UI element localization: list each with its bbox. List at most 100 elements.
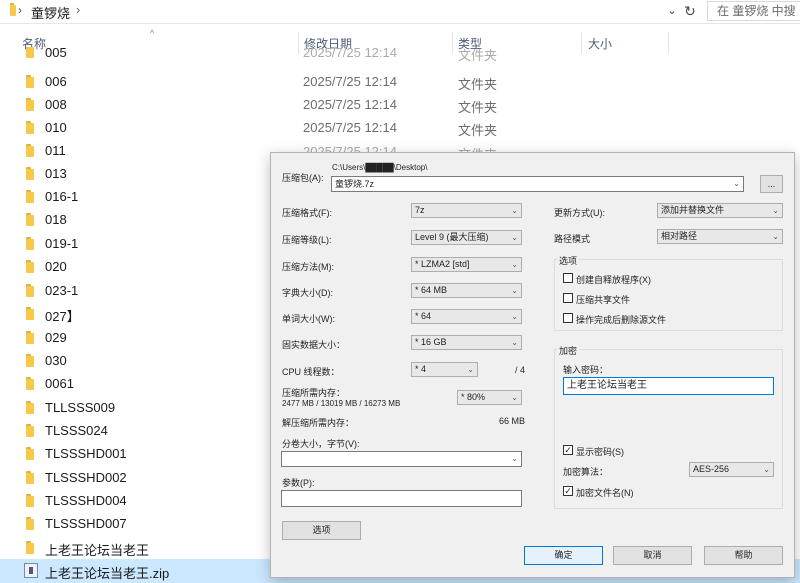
password-label: 输入密码： — [563, 365, 609, 375]
archive-name-value: 童锣烧.7z — [335, 179, 375, 189]
chevron-down-icon: ⌄ — [511, 206, 518, 215]
level-value: Level 9 (最大压缩) — [415, 232, 489, 242]
list-item[interactable]: TLSSS024 — [0, 419, 270, 442]
list-item[interactable]: 006 2025/7/25 12:14 文件夹 — [0, 70, 800, 93]
file-name: 011 — [45, 143, 66, 158]
chevron-down-icon: ⌄ — [511, 338, 518, 347]
dict-select[interactable]: * 64 MB ⌄ — [411, 283, 522, 298]
delete-source-label[interactable]: 操作完成后删除源文件 — [576, 313, 666, 326]
options-button[interactable]: 选项 — [282, 521, 361, 540]
memory-percent-select[interactable]: * 80% ⌄ — [457, 390, 522, 405]
file-type: 文件夹 — [458, 48, 498, 63]
method-select[interactable]: * LZMA2 [std] ⌄ — [411, 257, 522, 272]
list-item[interactable]: TLSSSHD002 — [0, 466, 270, 489]
encrypt-names-checkbox[interactable]: ✓ — [563, 486, 573, 496]
word-label: 单词大小(W): — [282, 314, 335, 324]
zip-file-icon — [24, 563, 38, 578]
search-input[interactable]: 在 童锣烧 中搜 — [707, 1, 800, 21]
path-mode-select[interactable]: 相对路径 ⌄ — [657, 229, 783, 244]
list-item[interactable]: TLSSSHD004 — [0, 489, 270, 512]
solid-label: 固实数据大小： — [282, 340, 346, 350]
folder-icon — [26, 331, 38, 344]
memory-label: 压缩所需内存： — [282, 388, 346, 398]
chevron-down-icon: ⌄ — [511, 286, 518, 295]
sfx-checkbox[interactable] — [563, 273, 573, 283]
list-item[interactable]: 013 — [0, 162, 270, 185]
file-name: 0061 — [45, 376, 74, 391]
method-value: * LZMA2 [std] — [415, 259, 470, 269]
address-bar[interactable]: › 童锣烧 › ⌄ ↻ 在 童锣烧 中搜 — [0, 0, 800, 24]
word-select[interactable]: * 64 ⌄ — [411, 309, 522, 324]
encryption-group-title: 加密 — [557, 344, 580, 357]
folder-icon — [26, 75, 38, 88]
format-select[interactable]: 7z ⌄ — [411, 203, 522, 218]
solid-select[interactable]: * 16 GB ⌄ — [411, 335, 522, 350]
encryption-method-select[interactable]: AES-256 ⌄ — [689, 462, 774, 477]
list-item[interactable]: 030 — [0, 349, 270, 372]
level-label: 压缩等级(L): — [282, 235, 332, 245]
file-name: 上老王论坛当老王.zip — [45, 566, 170, 581]
folder-icon — [26, 424, 38, 437]
folder-icon — [26, 237, 38, 250]
file-name: 020 — [45, 259, 67, 274]
encrypt-names-label[interactable]: 加密文件名(N) — [576, 486, 634, 499]
list-item[interactable]: 020 — [0, 255, 270, 278]
list-item[interactable]: 019-1 — [0, 232, 270, 255]
split-combo[interactable]: ⌄ — [281, 451, 522, 467]
breadcrumb[interactable]: 童锣烧 — [31, 3, 70, 22]
update-mode-select[interactable]: 添加并替换文件 ⌄ — [657, 203, 783, 218]
shared-checkbox[interactable] — [563, 293, 573, 303]
file-type: 文件夹 — [458, 123, 498, 138]
dict-label: 字典大小(D): — [282, 288, 333, 298]
chevron-down-icon[interactable]: ⌄ — [733, 177, 740, 191]
shared-label[interactable]: 压缩共享文件 — [576, 293, 630, 306]
show-password-checkbox[interactable]: ✓ — [563, 445, 573, 455]
solid-value: * 16 GB — [415, 337, 447, 347]
level-select[interactable]: Level 9 (最大压缩) ⌄ — [411, 230, 522, 245]
list-item[interactable]: TLSSSHD001 — [0, 442, 270, 465]
refresh-icon[interactable]: ↻ — [680, 1, 700, 21]
list-item[interactable]: 027】 — [0, 302, 270, 325]
password-input[interactable]: 上老王论坛当老王 — [563, 377, 774, 395]
list-item[interactable]: 018 — [0, 208, 270, 231]
cpu-value: * 4 — [415, 364, 427, 374]
sfx-label[interactable]: 创建自释放程序(X) — [576, 273, 651, 286]
file-name: 016-1 — [45, 189, 79, 204]
folder-icon — [26, 121, 38, 134]
list-item[interactable]: 0061 — [0, 372, 270, 395]
list-item[interactable]: 016-1 — [0, 185, 270, 208]
chevron-down-icon[interactable]: ⌄ — [511, 452, 518, 466]
cpu-label: CPU 线程数： — [282, 367, 340, 377]
cpu-select[interactable]: * 4 ⌄ — [411, 362, 478, 377]
list-item[interactable]: 023-1 — [0, 279, 270, 302]
show-password-label[interactable]: 显示密码(S) — [576, 445, 624, 458]
chevron-down-icon[interactable]: ⌄ — [662, 1, 682, 21]
list-item[interactable]: 029 — [0, 326, 270, 349]
list-item[interactable]: 上老王论坛当老王 — [0, 536, 270, 559]
archive-name-combo[interactable]: 童锣烧.7z ⌄ — [331, 176, 744, 192]
folder-icon — [26, 447, 38, 460]
delete-source-checkbox[interactable] — [563, 313, 573, 323]
list-item[interactable]: 010 2025/7/25 12:14 文件夹 — [0, 116, 800, 139]
format-label: 压缩格式(F): — [282, 208, 332, 218]
params-input[interactable] — [281, 490, 522, 507]
chevron-right-icon[interactable]: › — [76, 2, 80, 17]
list-item[interactable]: 005 2025/7/25 12:14 文件夹 — [0, 47, 800, 64]
file-name: 上老王论坛当老王 — [45, 543, 150, 558]
list-item[interactable]: TLLSSS009 — [0, 396, 270, 419]
dict-value: * 64 MB — [415, 285, 448, 295]
list-item[interactable]: TLSSSHD007 — [0, 512, 270, 535]
cancel-button[interactable]: 取消 — [613, 546, 692, 565]
decompress-memory-value: 66 MB — [499, 416, 526, 426]
browse-button[interactable]: ... — [760, 175, 783, 193]
help-button[interactable]: 帮助 — [704, 546, 783, 565]
ok-button[interactable]: 确定 — [524, 546, 603, 565]
file-name: 005 — [45, 47, 67, 60]
list-item[interactable]: 008 2025/7/25 12:14 文件夹 — [0, 93, 800, 116]
file-date: 2025/7/25 12:14 — [303, 144, 397, 152]
folder-icon — [26, 377, 38, 390]
folder-icon — [26, 494, 38, 507]
options-group-title: 选项 — [557, 254, 580, 267]
cpu-total: / 4 — [515, 365, 526, 375]
file-name: 030 — [45, 353, 67, 368]
